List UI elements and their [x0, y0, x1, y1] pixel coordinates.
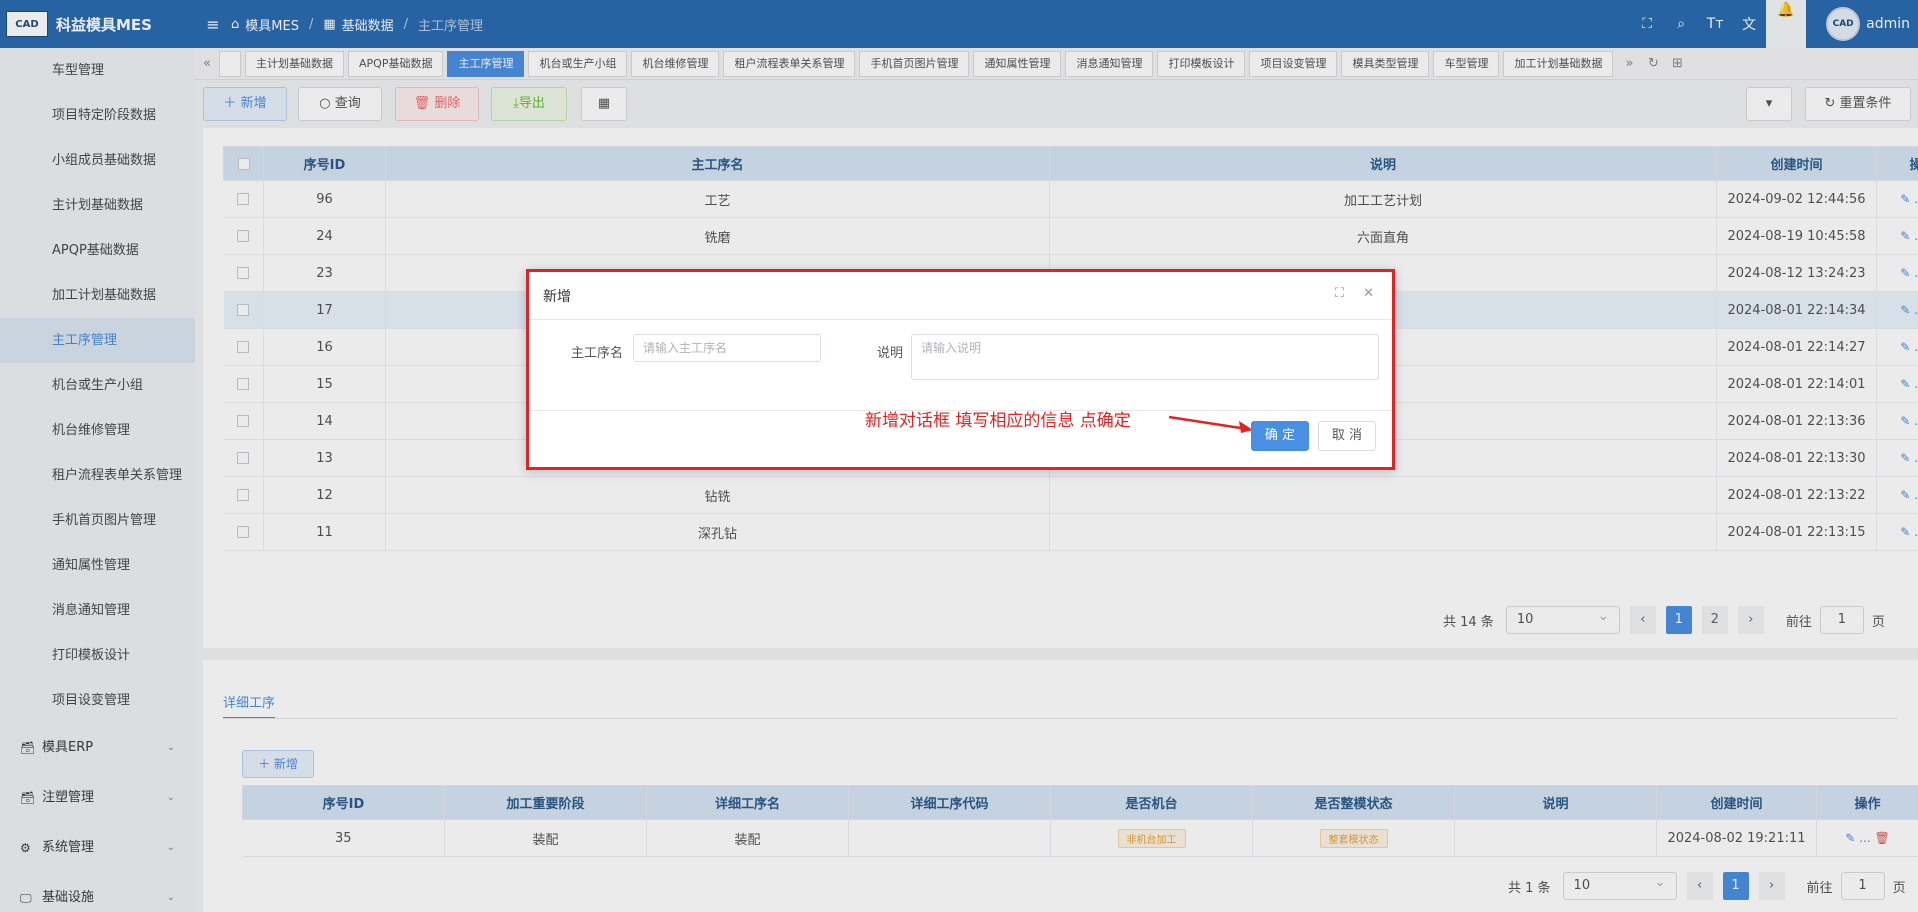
dialog-title: 新增 [543, 288, 571, 305]
cancel-button[interactable]: 取 消 [1318, 421, 1376, 451]
confirm-button[interactable]: 确 定 [1251, 421, 1309, 451]
dialog-header: 新增 ⛶ ✕ [529, 272, 1392, 320]
main-process-name-input[interactable]: 请输入主工序名 [633, 334, 821, 362]
annotation-arrow-icon [1168, 415, 1253, 433]
annotation-text: 新增对话框 填写相应的信息 点确定 [865, 411, 1131, 431]
close-icon[interactable]: ✕ [1363, 286, 1374, 301]
description-label: 说明 [877, 346, 904, 361]
add-dialog: 新增 ⛶ ✕ 主工序名 请输入主工序名 说明 请输入说明 新增对话框 填写相应的… [526, 269, 1395, 470]
maximize-icon[interactable]: ⛶ [1335, 286, 1344, 301]
description-textarea[interactable]: 请输入说明 [911, 334, 1379, 380]
name-label: 主工序名 [571, 346, 624, 361]
